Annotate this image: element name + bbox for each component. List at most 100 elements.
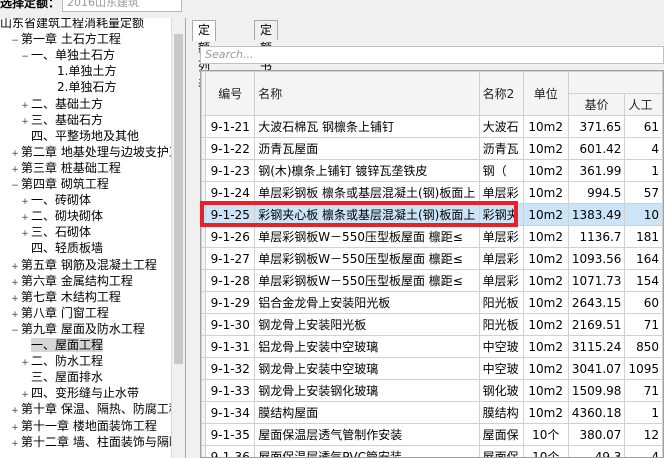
tree-item[interactable]: 2.单独石方 bbox=[46, 80, 116, 95]
expand-icon[interactable]: + bbox=[20, 211, 30, 226]
expand-icon[interactable]: + bbox=[10, 163, 20, 178]
expand-icon[interactable]: + bbox=[10, 308, 20, 323]
table-row[interactable]: 9-1-30 钢龙骨上安装阳光板 阳光板 10m2 2169.51 71 bbox=[201, 313, 663, 336]
cell-unit: 10m2 bbox=[522, 225, 569, 248]
table-row[interactable]: 9-1-22 沥青瓦屋面 沥青瓦 10m2 601.42 4 bbox=[201, 137, 663, 160]
cell-price: 994.5 bbox=[567, 181, 626, 204]
header-price-group bbox=[567, 71, 663, 94]
cell-name2: 彩钢夹 bbox=[478, 203, 524, 226]
tree-item[interactable]: + 第十二章 墙、柱面装饰与隔断 bbox=[10, 435, 181, 450]
tab-quota-list[interactable]: 定额列表 bbox=[192, 20, 217, 91]
cell-name2: 中空玻 bbox=[478, 357, 524, 380]
cell-code: 9-1-34 bbox=[205, 401, 256, 424]
collapse-icon[interactable]: − bbox=[10, 324, 20, 339]
table-row[interactable]: 9-1-25 彩钢夹心板 檩条或基层混凝土(钢)板面上 彩钢夹 10m2 1383.49… bbox=[201, 203, 663, 226]
expand-icon[interactable]: + bbox=[20, 195, 30, 210]
tree-item[interactable]: − 第九章 屋面及防水工程 bbox=[10, 322, 145, 337]
expand-icon[interactable]: + bbox=[20, 227, 30, 242]
cell-unit: 10m2 bbox=[522, 159, 569, 182]
cell-price: 1509.98 bbox=[567, 379, 626, 402]
header-labor[interactable]: 人工 bbox=[624, 93, 663, 116]
tree-item[interactable]: + 第八章 门窗工程 bbox=[10, 306, 109, 321]
tab-quota-book[interactable]: 定额书本 bbox=[254, 20, 279, 91]
table-row[interactable]: 9-1-34 膜结构屋面 膜结构 10m2 4360.18 1 bbox=[201, 401, 663, 424]
cell-name2: 屋面保 bbox=[478, 423, 524, 446]
expand-icon[interactable]: + bbox=[10, 276, 20, 291]
tree-item[interactable]: − 一、单独土石方 bbox=[20, 48, 115, 63]
tree-item[interactable]: 三、屋面排水 bbox=[20, 370, 103, 385]
tree-scrollbar-thumb[interactable] bbox=[174, 34, 183, 364]
expand-icon[interactable]: + bbox=[10, 260, 20, 275]
tree-item[interactable]: + 第七章 木结构工程 bbox=[10, 290, 121, 305]
tree-scrollbar[interactable] bbox=[171, 18, 185, 458]
header-code[interactable]: 编号 bbox=[205, 71, 256, 116]
tree-item[interactable]: + 二、防水工程 bbox=[20, 354, 103, 369]
tree-item[interactable]: + 第十章 保温、隔热、防腐工程 bbox=[10, 402, 181, 417]
tree-item[interactable]: + 第十一章 楼地面装饰工程 bbox=[10, 419, 157, 434]
tree-item[interactable]: 四、平整场地及其他 bbox=[20, 129, 139, 144]
table-row[interactable]: 9-1-26 单层彩钢板W－550压型板屋面 檩距≤ 单层彩 10m2 1136.7 18… bbox=[201, 225, 663, 248]
cell-code: 9-1-24 bbox=[205, 181, 256, 204]
tree-item[interactable]: − 第四章 砌筑工程 bbox=[10, 177, 109, 192]
tree-item[interactable]: + 第五章 钢筋及混凝土工程 bbox=[10, 258, 157, 273]
cell-code: 9-1-36 bbox=[205, 445, 256, 457]
table-row[interactable]: 9-1-21 大波石棉瓦 钢檩条上铺钉 大波石 10m2 371.65 61 bbox=[201, 115, 663, 138]
expand-icon[interactable]: + bbox=[20, 115, 30, 130]
collapse-icon[interactable]: − bbox=[10, 179, 20, 194]
expand-icon[interactable]: + bbox=[20, 99, 30, 114]
expand-icon[interactable]: + bbox=[10, 292, 20, 307]
cell-labor: 1 bbox=[624, 159, 663, 182]
tree-item[interactable]: + 四、变形缝与止水带 bbox=[20, 386, 139, 401]
table-row[interactable]: 9-1-35 屋面保温层透气管制作安装 屋面保 10个 380.07 12 bbox=[201, 423, 663, 446]
table-row[interactable]: 9-1-33 钢龙骨上安装钢化玻璃 钢化玻 10m2 1509.98 71 bbox=[201, 379, 663, 402]
expand-icon[interactable]: + bbox=[10, 421, 20, 436]
tree-item[interactable]: 四、轻质板墙 bbox=[20, 241, 103, 256]
header-name[interactable]: 名称 bbox=[254, 71, 480, 116]
tree-item[interactable]: + 二、砌块砌体 bbox=[20, 209, 103, 224]
table-row[interactable]: 9-1-29 铝合金龙骨上安装阳光板 阳光板 10m2 2643.15 60 bbox=[201, 291, 663, 314]
cell-price: 1093.56 bbox=[567, 247, 626, 270]
cell-labor: 12 bbox=[624, 423, 663, 446]
expand-icon[interactable]: + bbox=[20, 356, 30, 371]
cell-labor: 850 bbox=[624, 335, 663, 358]
tree-item[interactable]: + 三、基础石方 bbox=[20, 113, 103, 128]
cell-code: 9-1-29 bbox=[205, 291, 256, 314]
tree-item-label: 第八章 门窗工程 bbox=[21, 305, 109, 320]
tree-item[interactable]: + 第三章 桩基础工程 bbox=[10, 161, 121, 176]
cell-price: 1071.73 bbox=[567, 269, 626, 292]
cell-labor: 61 bbox=[624, 115, 663, 138]
tree-item[interactable]: 山东省建筑工程消耗量定额 bbox=[0, 18, 144, 31]
collapse-icon[interactable]: − bbox=[10, 34, 20, 49]
table-row[interactable]: 9-1-28 单层彩钢板W－550压型板屋面 檩距≤ 单层彩 10m2 1071.73 1… bbox=[201, 269, 663, 292]
cell-code: 9-1-28 bbox=[205, 269, 256, 292]
table-row[interactable]: 9-1-24 单层彩钢板 檩条或基层混凝土(钢)板面上 单层彩 10m2 994.5 57 bbox=[201, 181, 663, 204]
cell-unit: 10m2 bbox=[522, 115, 569, 138]
table-row[interactable]: 9-1-23 钢(木)檩条上铺钉 镀锌瓦垄铁皮 钢（ 10m2 361.99 1 bbox=[201, 159, 663, 182]
header-unit[interactable]: 单位 bbox=[522, 71, 569, 116]
cell-code: 9-1-25 bbox=[205, 203, 256, 226]
table-row[interactable]: 9-1-32 钢龙骨上安装中空玻璃 中空玻 10m2 3041.07 1095 bbox=[201, 357, 663, 380]
tree-item[interactable]: + 三、石砌体 bbox=[20, 225, 91, 240]
expand-icon[interactable]: + bbox=[10, 437, 20, 452]
table-row[interactable]: 9-1-27 单层彩钢板W－550压型板屋面 檩距≤ 单层彩 10m2 1093.56 1… bbox=[201, 247, 663, 270]
expand-icon[interactable]: + bbox=[10, 147, 20, 162]
tree-item[interactable]: − 第一章 土石方工程 bbox=[10, 32, 121, 47]
header-price[interactable]: 基价 bbox=[567, 93, 626, 116]
quota-select-combo[interactable]: 2016山东建筑 bbox=[62, 0, 182, 12]
tree-item[interactable]: + 一、砖砌体 bbox=[20, 193, 91, 208]
tree-item[interactable]: + 第二章 地基处理与边坡支护工 bbox=[10, 145, 181, 160]
expand-icon[interactable]: + bbox=[10, 404, 20, 419]
collapse-icon[interactable]: − bbox=[20, 50, 30, 65]
header-name2[interactable]: 名称2 bbox=[478, 71, 524, 116]
cell-code: 9-1-23 bbox=[205, 159, 256, 182]
tree-item[interactable]: 一、屋面工程 bbox=[20, 338, 104, 353]
tree-item[interactable]: + 二、基础土方 bbox=[20, 97, 103, 112]
cell-name: 单层彩钢板W－550压型板屋面 檩距≤ bbox=[254, 269, 480, 292]
table-row[interactable]: 9-1-31 铝龙骨上安装中空玻璃 中空玻 10m2 3115.24 850 bbox=[201, 335, 663, 358]
search-input[interactable]: Search... bbox=[200, 46, 664, 64]
tree-item[interactable]: 1.单独土方 bbox=[46, 64, 116, 79]
tree-item[interactable]: + 第六章 金属结构工程 bbox=[10, 274, 133, 289]
tree-item-label: 第九章 屋面及防水工程 bbox=[21, 321, 145, 336]
table-row[interactable]: 9-1-36 屋面保温层透气PVC管安装 屋面保 10个 49.3 4 bbox=[201, 445, 663, 457]
tree-item-label: 第一章 土石方工程 bbox=[21, 32, 121, 47]
